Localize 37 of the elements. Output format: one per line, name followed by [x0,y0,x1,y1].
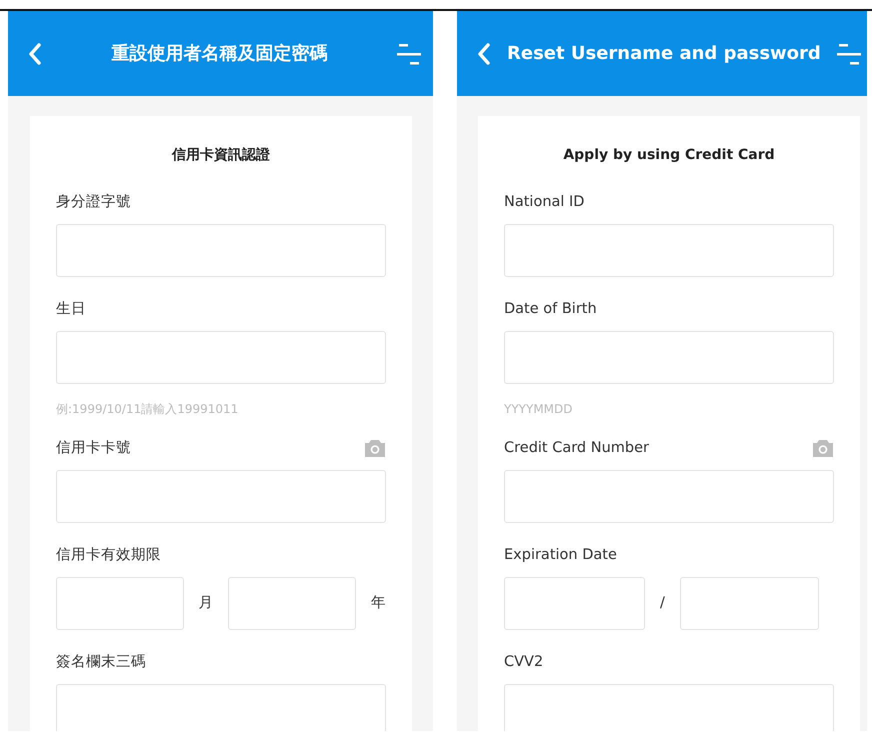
field-label: 簽名欄末三碼 [56,653,146,672]
field-label: 信用卡卡號 [56,439,131,458]
back-icon[interactable] [28,42,42,64]
input-field[interactable] [56,577,184,630]
hint-text: 例:1999/10/11請輸入19991011 [56,401,240,418]
input-field[interactable] [56,684,386,731]
input-field[interactable] [504,224,834,277]
input-field[interactable] [504,577,645,630]
separator-text: 月 [198,594,214,613]
input-field[interactable] [504,684,834,731]
field-label: CVV2 [504,653,544,672]
separator-text: / [659,594,666,613]
hint-text: YYYYMMDD [504,401,574,418]
input-field[interactable] [56,470,386,523]
input-field[interactable] [56,331,386,384]
form-title: 信用卡資訊認證 [170,146,271,165]
page-title: 重設使用者名稱及固定密碼 [110,42,328,66]
field-label: National ID [504,193,584,212]
menu-icon[interactable] [836,42,861,66]
form-title: Apply by using Credit Card [562,146,776,165]
input-field[interactable] [504,470,834,523]
menu-icon[interactable] [397,42,421,66]
camera-icon[interactable] [812,439,834,457]
field-label: 身分證字號 [56,192,131,212]
back-icon[interactable] [477,42,491,64]
field-label: Expiration Date [504,546,617,565]
field-label: 信用卡有效期限 [56,546,161,565]
input-field[interactable] [56,224,386,277]
input-field[interactable] [504,331,834,384]
field-label: Date of Birth [504,300,597,319]
page-title: Reset Username and password [507,42,821,66]
field-label: 生日 [56,300,86,319]
input-field[interactable] [680,577,819,630]
suffix-text: 年 [370,594,386,613]
field-label: Credit Card Number [504,439,649,458]
camera-icon[interactable] [364,439,386,457]
input-field[interactable] [228,577,356,630]
